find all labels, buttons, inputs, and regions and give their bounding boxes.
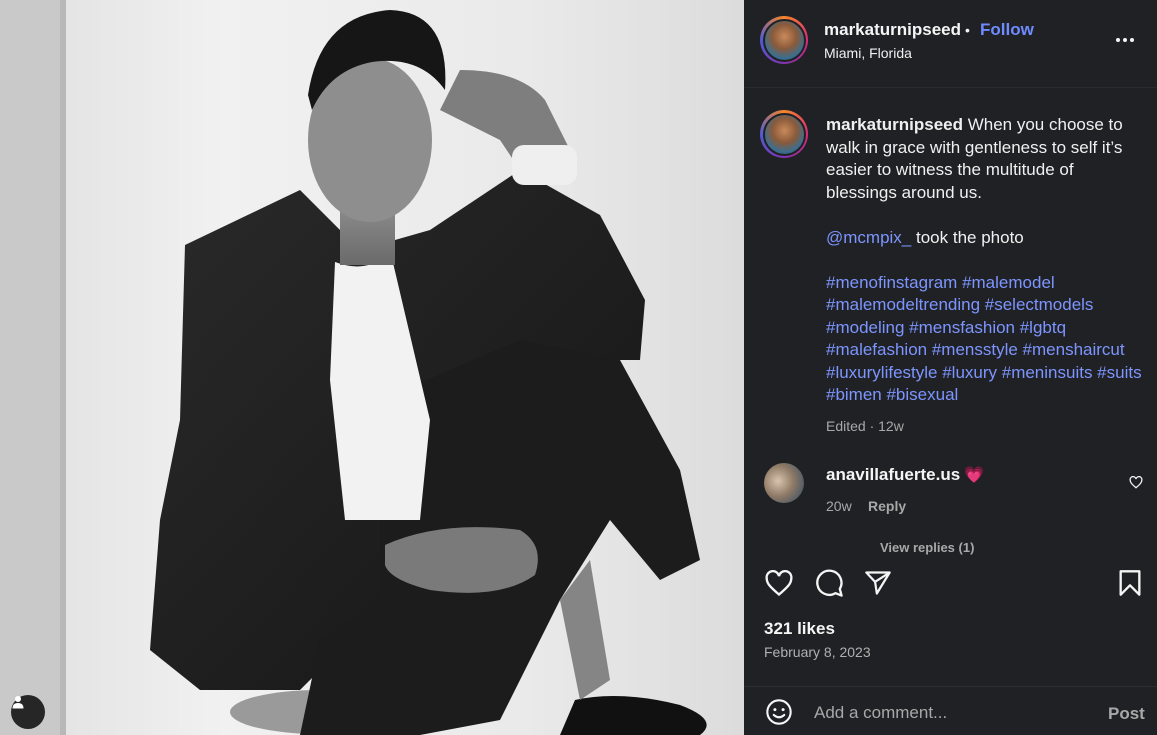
add-comment-input[interactable] xyxy=(814,702,1094,724)
header-separator: • xyxy=(965,22,970,38)
heart-icon xyxy=(765,569,793,596)
person-icon xyxy=(12,696,24,709)
follow-button[interactable]: Follow xyxy=(980,20,1034,40)
save-bookmark-icon[interactable] xyxy=(1113,566,1147,600)
caption-author-avatar[interactable] xyxy=(760,110,808,158)
author-avatar[interactable] xyxy=(760,16,808,64)
comment-author[interactable]: anavillafuerte.us xyxy=(826,465,960,485)
post-details-panel: markaturnipseed • Follow Miami, Florida … xyxy=(744,0,1157,735)
paper-plane-icon xyxy=(865,571,891,595)
caption-meta: Edited · 12w xyxy=(826,417,904,434)
caption-mention-suffix: took the photo xyxy=(911,227,1024,247)
like-heart-icon[interactable] xyxy=(762,566,796,600)
comment-time: 20w xyxy=(826,498,852,514)
post-date: February 8, 2023 xyxy=(764,644,871,660)
caption-hashtags[interactable]: #menofinstagram #malemodel #malemodeltre… xyxy=(826,272,1142,407)
emoji-picker-icon[interactable] xyxy=(764,697,794,727)
more-options-icon[interactable] xyxy=(1116,38,1136,44)
comment-emoji: 💗 xyxy=(964,467,984,484)
post-location[interactable]: Miami, Florida xyxy=(824,45,912,61)
photo-illustration xyxy=(0,0,707,735)
caption-author[interactable]: markaturnipseed xyxy=(826,115,963,134)
bookmark-icon xyxy=(1119,570,1141,596)
post-caption: markaturnipseed When you choose to walk … xyxy=(826,114,1142,437)
commenter-avatar[interactable] xyxy=(764,463,804,503)
like-count[interactable]: 321 likes xyxy=(764,619,835,639)
post-comment-button[interactable]: Post xyxy=(1108,704,1145,724)
comment-like-heart-icon[interactable] xyxy=(1128,474,1144,490)
comment-reply-button[interactable]: Reply xyxy=(868,498,906,514)
add-comment-bar: Post xyxy=(744,686,1157,735)
share-paper-plane-icon[interactable] xyxy=(861,566,895,600)
comment-bubble-icon[interactable] xyxy=(812,566,846,600)
author-username[interactable]: markaturnipseed xyxy=(824,20,961,40)
speech-bubble-icon xyxy=(815,569,843,597)
post-photo[interactable] xyxy=(0,0,744,735)
caption-mention[interactable]: @mcmpix_ xyxy=(826,228,911,247)
view-replies-link[interactable]: View replies (1) xyxy=(880,540,974,555)
tagged-people-button[interactable] xyxy=(11,695,45,729)
heart-outline-icon xyxy=(1129,475,1143,489)
post-header: markaturnipseed • Follow Miami, Florida xyxy=(744,0,1157,88)
caption-avatar-image xyxy=(762,112,806,156)
smiley-icon xyxy=(766,699,792,725)
author-avatar-image xyxy=(762,18,806,62)
